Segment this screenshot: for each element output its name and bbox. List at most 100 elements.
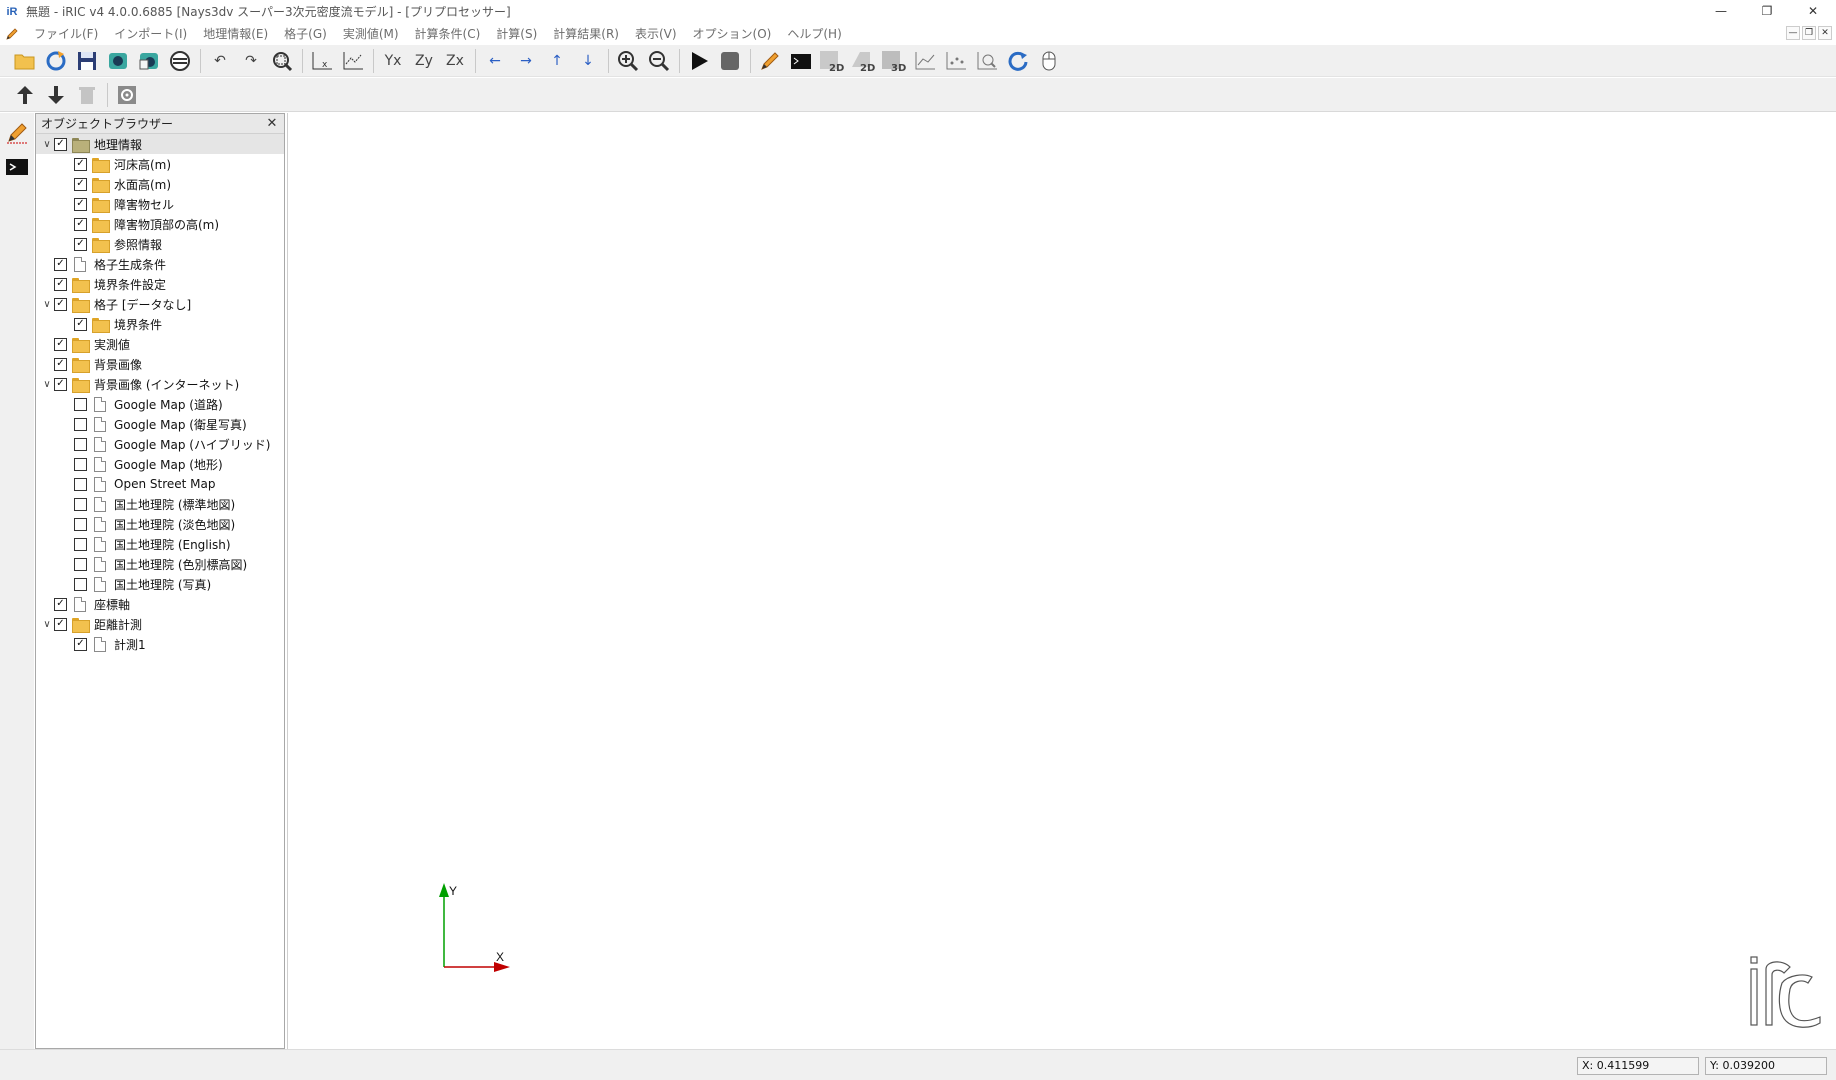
axis-line-chart-button[interactable] (338, 47, 368, 75)
tree-item[interactable]: Google Map (道路) (36, 394, 284, 414)
move-down-button[interactable]: ↓ (573, 47, 603, 75)
tree-item[interactable]: ✓ 実測値 (36, 334, 284, 354)
move-item-up-button[interactable] (10, 81, 40, 109)
visibility-checkbox[interactable]: ✓ (54, 617, 67, 631)
no-entry-button[interactable] (165, 47, 195, 75)
zoom-out-button[interactable] (644, 47, 674, 75)
visibility-checkbox[interactable] (74, 557, 87, 571)
delete-item-button[interactable] (72, 81, 102, 109)
edit-button[interactable] (755, 47, 785, 75)
post-2d-bird-button[interactable]: 2D (848, 47, 878, 75)
tree-item[interactable]: 国土地理院 (標準地図) (36, 494, 284, 514)
mdi-restore-button[interactable]: ❐ (1802, 26, 1816, 40)
visibility-checkbox[interactable] (74, 517, 87, 531)
visibility-checkbox[interactable] (74, 457, 87, 471)
restore-button[interactable]: ❐ (1744, 0, 1790, 22)
tree-item[interactable]: ✓ 境界条件 (36, 314, 284, 334)
preprocessor-canvas[interactable]: Y X (287, 113, 1836, 1049)
zoom-graph-button[interactable] (972, 47, 1002, 75)
tree-item[interactable]: ✓ 背景画像 (36, 354, 284, 374)
visibility-checkbox[interactable]: ✓ (54, 337, 67, 351)
tree-item[interactable]: 国土地理院 (淡色地図) (36, 514, 284, 534)
tree-item[interactable]: Google Map (地形) (36, 454, 284, 474)
tree-item[interactable]: ✓ 座標軸 (36, 594, 284, 614)
move-up-button[interactable]: ↑ (542, 47, 572, 75)
mdi-minimize-button[interactable]: — (1786, 26, 1800, 40)
menu-grid[interactable]: 格子(G) (276, 23, 335, 45)
post-3d-button[interactable]: 3D (879, 47, 909, 75)
visibility-checkbox[interactable]: ✓ (54, 277, 67, 291)
close-window-button[interactable]: ✕ (1790, 0, 1836, 22)
tree-item[interactable]: Google Map (ハイブリッド) (36, 434, 284, 454)
tree-item[interactable]: ✓ 計測1 (36, 634, 284, 654)
view-yx-button[interactable]: Yx (378, 47, 408, 75)
chevron-down-icon[interactable]: ∨ (40, 377, 54, 391)
tree-item[interactable]: ✓ 境界条件設定 (36, 274, 284, 294)
axis-chart-button[interactable]: x (307, 47, 337, 75)
chevron-down-icon[interactable]: ∨ (40, 137, 54, 151)
visibility-checkbox[interactable] (74, 497, 87, 511)
console-window-button[interactable] (2, 153, 32, 181)
menu-simulation[interactable]: 計算(S) (488, 23, 545, 45)
open-project-button[interactable] (10, 47, 40, 75)
menu-file[interactable]: ファイル(F) (26, 23, 106, 45)
graph-button[interactable] (910, 47, 940, 75)
tree-item[interactable]: ✓ 河床高(m) (36, 154, 284, 174)
tree-item[interactable]: Open Street Map (36, 474, 284, 494)
visibility-checkbox[interactable] (74, 397, 87, 411)
item-properties-button[interactable] (112, 81, 142, 109)
console-button[interactable] (786, 47, 816, 75)
tree-item[interactable]: ✓ 障害物セル (36, 194, 284, 214)
move-item-down-button[interactable] (41, 81, 71, 109)
close-panel-button[interactable]: ✕ (264, 116, 280, 131)
view-zx-button[interactable]: Zx (440, 47, 470, 75)
visibility-checkbox[interactable]: ✓ (74, 317, 87, 331)
visibility-checkbox[interactable]: ✓ (54, 257, 67, 271)
menu-view[interactable]: 表示(V) (627, 23, 685, 45)
tree-item[interactable]: ∨ ✓ 地理情報 (36, 134, 284, 154)
undo-button[interactable]: ↶ (205, 47, 235, 75)
tree-item[interactable]: ✓ 水面高(m) (36, 174, 284, 194)
stop-button[interactable] (715, 47, 745, 75)
visibility-checkbox[interactable]: ✓ (54, 597, 67, 611)
save-button[interactable] (72, 47, 102, 75)
move-right-button[interactable]: → (511, 47, 541, 75)
tree-item[interactable]: ✓ 参照情報 (36, 234, 284, 254)
visibility-checkbox[interactable]: ✓ (74, 177, 87, 191)
visibility-checkbox[interactable]: ✓ (74, 157, 87, 171)
visibility-checkbox[interactable]: ✓ (74, 197, 87, 211)
run-button[interactable] (684, 47, 714, 75)
visibility-checkbox[interactable] (74, 537, 87, 551)
reload-button[interactable] (41, 47, 71, 75)
visibility-checkbox[interactable] (74, 577, 87, 591)
scatter-button[interactable] (941, 47, 971, 75)
visibility-checkbox[interactable]: ✓ (54, 377, 67, 391)
tree-item[interactable]: Google Map (衛星写真) (36, 414, 284, 434)
menu-import[interactable]: インポート(I) (106, 23, 195, 45)
tree-item[interactable]: ∨ ✓ 格子 [データなし] (36, 294, 284, 314)
menu-geo-data[interactable]: 地理情報(E) (195, 23, 276, 45)
visibility-checkbox[interactable] (74, 437, 87, 451)
snapshot-button[interactable] (103, 47, 133, 75)
chevron-down-icon[interactable]: ∨ (40, 617, 54, 631)
refresh-button[interactable] (1003, 47, 1033, 75)
tree-item[interactable]: 国土地理院 (写真) (36, 574, 284, 594)
menu-help[interactable]: ヘルプ(H) (779, 23, 849, 45)
edit-mode-button[interactable] (2, 119, 32, 147)
menu-option[interactable]: オプション(O) (685, 23, 780, 45)
visibility-checkbox[interactable] (74, 477, 87, 491)
tree-item[interactable]: ✓ 格子生成条件 (36, 254, 284, 274)
tree-item[interactable]: ∨ ✓ 背景画像 (インターネット) (36, 374, 284, 394)
menu-results[interactable]: 計算結果(R) (545, 23, 627, 45)
zoom-in-button[interactable] (613, 47, 643, 75)
view-zy-button[interactable]: Zy (409, 47, 439, 75)
tree-item[interactable]: 国土地理院 (色別標高図) (36, 554, 284, 574)
visibility-checkbox[interactable]: ✓ (54, 357, 67, 371)
move-left-button[interactable]: ← (480, 47, 510, 75)
visibility-checkbox[interactable]: ✓ (74, 237, 87, 251)
visibility-checkbox[interactable] (74, 417, 87, 431)
menu-calc-conditions[interactable]: 計算条件(C) (407, 23, 489, 45)
mouse-help-button[interactable] (1034, 47, 1064, 75)
visibility-checkbox[interactable]: ✓ (74, 637, 87, 651)
visibility-checkbox[interactable]: ✓ (54, 297, 67, 311)
